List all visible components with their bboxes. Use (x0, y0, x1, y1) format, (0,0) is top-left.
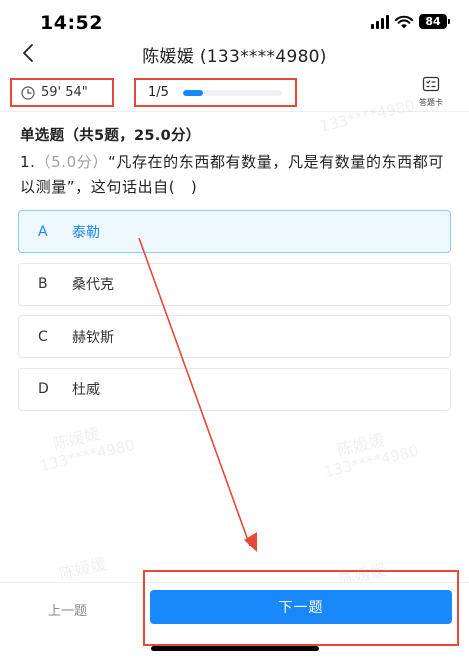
progress-bar (182, 89, 282, 96)
option-letter: D (38, 381, 49, 397)
progress-fill (182, 89, 203, 96)
option-text: 泰勒 (72, 224, 100, 241)
watermark: 陈媛媛 133****4980 (318, 424, 420, 481)
question-stem: 1.（5.0分）“凡存在的东西都有数量，凡是有数量的东西都可以测量”，这句话出自… (20, 150, 452, 200)
watermark-name: 陈媛媛 (51, 424, 103, 454)
battery-icon: 84 (419, 14, 450, 29)
option-letter: C (38, 328, 48, 345)
wifi-icon (395, 15, 413, 28)
nav-bar: 陈媛媛 (133****4980) (0, 36, 469, 72)
option-letter: A (38, 223, 48, 240)
watermark-name: 陈媛媛 (335, 430, 387, 460)
answer-sheet-icon (422, 76, 440, 92)
status-time: 14:52 (40, 12, 103, 34)
signal-icon (371, 14, 389, 29)
option-d[interactable]: D 杜威 (18, 367, 451, 411)
answer-card-button[interactable]: 答题卡 (411, 76, 451, 110)
answer-card-label: 答题卡 (419, 98, 443, 107)
option-a[interactable]: A 泰勒 (18, 210, 451, 253)
question-progress: 1/5 (134, 78, 297, 107)
option-c[interactable]: C 赫钦斯 (18, 315, 451, 358)
watermark: 陈媛媛 133****4980 (34, 418, 136, 475)
status-icons: 84 (371, 14, 450, 29)
option-text: 桑代克 (72, 277, 114, 293)
question-number: 1. (20, 153, 36, 171)
watermark-phone: 133****4980 (38, 435, 137, 476)
status-bar: 14:52 84 (0, 0, 469, 40)
watermark-phone: 133****4980 (322, 441, 421, 482)
question-score: （5.0分） (35, 153, 108, 171)
progress-text: 1/5 (148, 85, 169, 100)
page-title: 陈媛媛 (133****4980) (142, 47, 327, 67)
quiz-toolbar: 59' 54" 1/5 答题卡 (0, 74, 469, 112)
clock-icon (21, 85, 35, 100)
answer-options: A 泰勒 B 桑代克 C 赫钦斯 D 杜威 (18, 210, 451, 420)
section-heading: 单选题（共5题，25.0分） (20, 128, 201, 144)
option-text: 杜威 (72, 382, 100, 398)
option-letter: B (38, 276, 48, 292)
prev-question-button[interactable]: 上一题 (48, 600, 87, 619)
next-question-button[interactable]: 下一题 (150, 590, 452, 624)
home-indicator (151, 646, 319, 651)
option-b[interactable]: B 桑代克 (18, 262, 451, 306)
timer-text: 59' 54" (41, 85, 88, 100)
option-text: 赫钦斯 (72, 329, 114, 346)
timer: 59' 54" (10, 78, 114, 107)
